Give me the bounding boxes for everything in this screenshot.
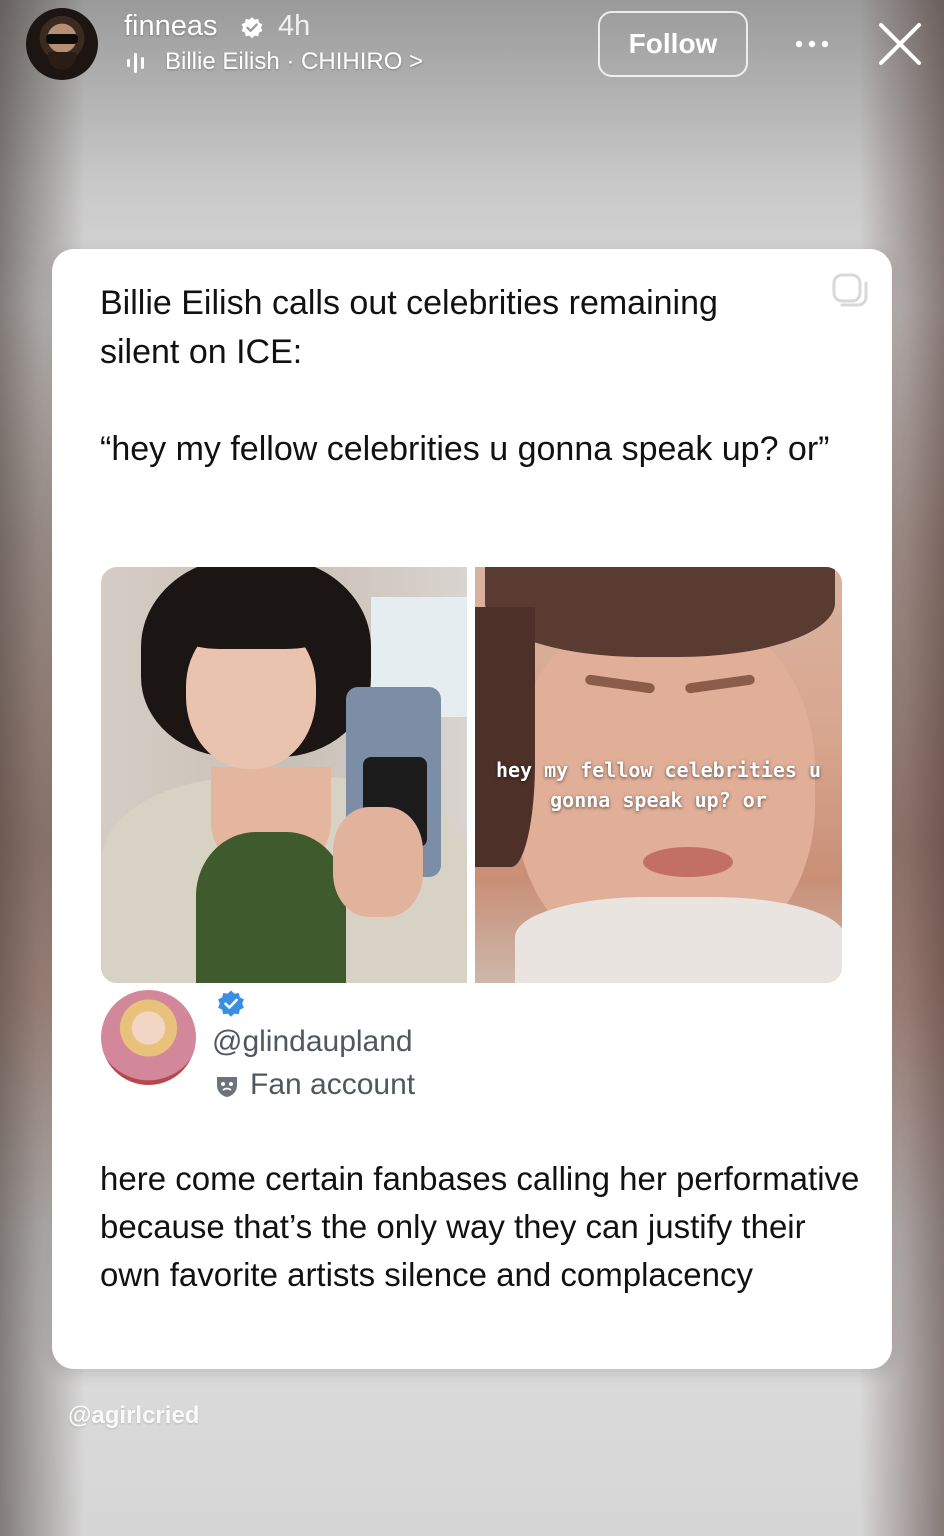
more-icon[interactable] [793, 32, 831, 56]
photo-hair [485, 567, 835, 657]
post-card[interactable]: Billie Eilish calls out celebrities rema… [52, 249, 892, 1369]
closeup-photo[interactable]: hey my fellow celebrities u gonna speak … [475, 567, 842, 983]
fan-avatar[interactable] [101, 990, 196, 1085]
photo-top [196, 832, 346, 983]
photo-lips [643, 847, 733, 877]
blue-verified-icon [218, 990, 244, 1017]
story-header: finneas 4h Billie Eilish · CHIHIRO > Fol… [0, 0, 944, 100]
verified-icon [241, 17, 263, 39]
avatar-glasses [46, 34, 78, 44]
avatar-beard [48, 52, 76, 70]
profile-avatar[interactable] [26, 8, 98, 80]
image-caption: hey my fellow celebrities u gonna speak … [495, 758, 822, 812]
story-time: 4h [278, 10, 311, 42]
copy-icon[interactable] [830, 271, 870, 311]
photo-shirt [515, 897, 842, 983]
photo-bangs [173, 587, 333, 649]
close-icon[interactable] [875, 19, 925, 69]
account-type-label: Fan account [250, 1068, 416, 1101]
photo-hand [333, 807, 423, 917]
watermark-handle: @agirlcried [68, 1402, 200, 1429]
fan-handle[interactable]: @glindaupland [212, 1025, 413, 1059]
post-headline: Billie Eilish calls out celebrities rema… [100, 284, 718, 371]
selfie-photo[interactable] [101, 567, 467, 983]
post-quote: “hey my fellow celebrities u gonna speak… [100, 430, 830, 468]
story-username[interactable]: finneas [124, 10, 218, 43]
follow-button[interactable]: Follow [598, 11, 748, 77]
audio-bars-icon [127, 53, 144, 73]
mask-icon [217, 1077, 237, 1097]
audio-track-label[interactable]: Billie Eilish · CHIHIRO > [165, 48, 423, 76]
photo-hair-side [475, 607, 535, 867]
post-body: here come certain fanbases calling her p… [100, 1160, 860, 1293]
